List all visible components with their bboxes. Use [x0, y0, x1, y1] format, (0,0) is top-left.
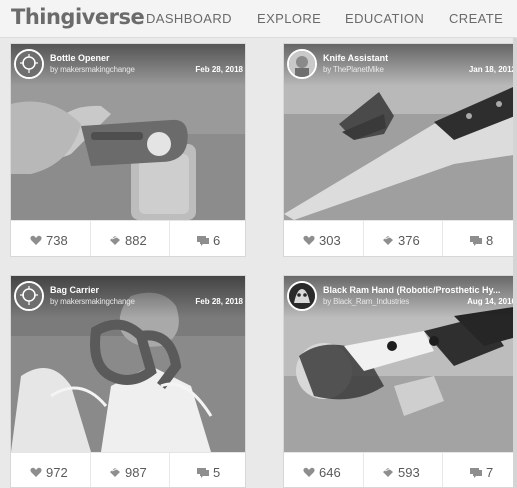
heart-icon	[30, 467, 42, 477]
collect-stat[interactable]: 593	[363, 453, 441, 487]
like-stat[interactable]: 303	[284, 221, 362, 256]
thing-date: Feb 28, 2018	[195, 297, 243, 306]
thing-stats-bar: 646 593 7	[284, 452, 517, 487]
collect-stat[interactable]: 376	[363, 221, 441, 256]
comment-stat[interactable]: 7	[442, 453, 517, 487]
nav-explore[interactable]: EXPLORE	[257, 11, 321, 26]
comment-icon	[197, 468, 209, 478]
thing-date: Aug 14, 2016	[467, 297, 516, 306]
heart-icon	[303, 235, 315, 245]
collect-stat[interactable]: 987	[90, 453, 168, 487]
comment-icon	[470, 236, 482, 246]
comment-stat[interactable]: 6	[169, 221, 245, 256]
collect-count: 376	[398, 233, 420, 248]
comment-count: 5	[213, 465, 221, 480]
comment-stat[interactable]: 8	[442, 221, 517, 256]
collect-count: 593	[398, 465, 420, 480]
creator-avatar[interactable]	[287, 49, 317, 79]
heart-icon	[303, 467, 315, 477]
thing-author[interactable]: by makersmakingchange	[50, 65, 135, 74]
thing-title[interactable]: Bottle Opener	[50, 53, 240, 63]
comment-count: 6	[213, 233, 221, 248]
thing-info-overlay: Knife Assistant by ThePlanetMike Jan 18,…	[284, 44, 517, 86]
thing-title[interactable]: Bag Carrier	[50, 285, 240, 295]
thing-stats-bar: 738 882 6	[11, 220, 245, 256]
heart-icon	[30, 235, 42, 245]
collect-icon	[110, 236, 120, 245]
comment-stat[interactable]: 5	[169, 453, 245, 487]
comment-count: 8	[486, 233, 494, 248]
collect-stat[interactable]: 882	[90, 221, 168, 256]
creator-avatar[interactable]	[287, 281, 317, 311]
thing-info-overlay: Black Ram Hand (Robotic/Prosthetic Hy...…	[284, 276, 517, 318]
creator-avatar[interactable]	[14, 281, 44, 311]
like-count: 972	[46, 465, 68, 480]
thing-card-black-ram-hand[interactable]: Black Ram Hand (Robotic/Prosthetic Hy...…	[283, 275, 517, 488]
top-navigation-bar: Thingiverse DASHBOARD EXPLORE EDUCATION …	[0, 0, 517, 38]
thing-author[interactable]: by makersmakingchange	[50, 297, 135, 306]
thing-date: Feb 28, 2018	[195, 65, 243, 74]
thing-info-overlay: Bottle Opener by makersmakingchange Feb …	[11, 44, 245, 86]
like-stat[interactable]: 646	[284, 453, 362, 487]
nav-dashboard[interactable]: DASHBOARD	[146, 11, 232, 26]
thing-stats-bar: 972 987 5	[11, 452, 245, 487]
thing-info-overlay: Bag Carrier by makersmakingchange Feb 28…	[11, 276, 245, 318]
like-stat[interactable]: 972	[11, 453, 89, 487]
nav-create[interactable]: CREATE	[449, 11, 503, 26]
thing-card-knife-assistant[interactable]: Knife Assistant by ThePlanetMike Jan 18,…	[283, 43, 517, 257]
like-count: 738	[46, 233, 68, 248]
collect-count: 882	[125, 233, 147, 248]
thing-card-bag-carrier[interactable]: Bag Carrier by makersmakingchange Feb 28…	[10, 275, 246, 488]
like-count: 303	[319, 233, 341, 248]
collect-icon	[383, 236, 393, 245]
comment-icon	[470, 468, 482, 478]
comment-count: 7	[486, 465, 494, 480]
collect-icon	[110, 468, 120, 477]
thingiverse-logo[interactable]: Thingiverse	[11, 5, 145, 29]
thing-title[interactable]: Black Ram Hand (Robotic/Prosthetic Hy...	[323, 285, 513, 295]
collect-count: 987	[125, 465, 147, 480]
like-stat[interactable]: 738	[11, 221, 89, 256]
thing-date: Jan 18, 2012	[468, 65, 516, 74]
thing-author[interactable]: by ThePlanetMike	[323, 65, 384, 74]
thing-card-bottle-opener[interactable]: Bottle Opener by makersmakingchange Feb …	[10, 43, 246, 257]
like-count: 646	[319, 465, 341, 480]
thing-stats-bar: 303 376 8	[284, 220, 517, 256]
collect-icon	[383, 468, 393, 477]
page-edge-scrollbar[interactable]	[513, 38, 517, 488]
comment-icon	[197, 236, 209, 246]
nav-education[interactable]: EDUCATION	[345, 11, 424, 26]
thing-title[interactable]: Knife Assistant	[323, 53, 513, 63]
thing-author[interactable]: by Black_Ram_Industries	[323, 297, 409, 306]
creator-avatar[interactable]	[14, 49, 44, 79]
